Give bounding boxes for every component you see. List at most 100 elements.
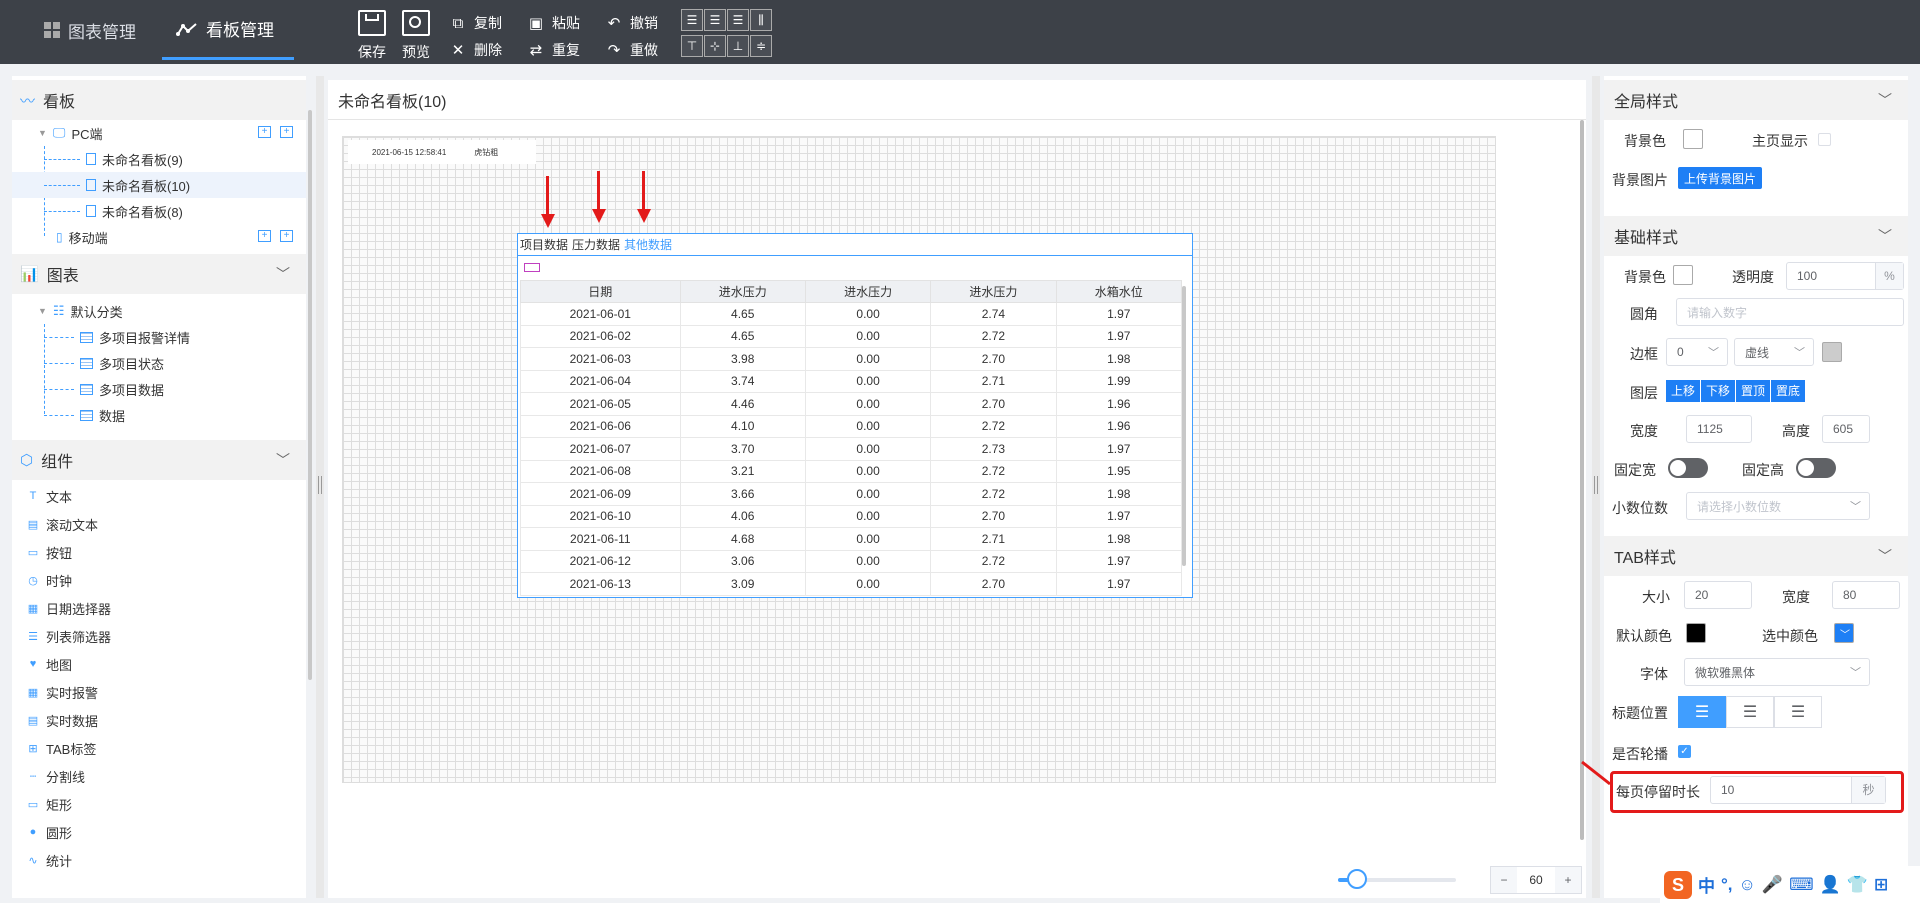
border-width-select[interactable]: 0 ﹀ [1666,338,1728,366]
tree-item-chart[interactable]: 数据 [12,402,306,428]
bg-color-picker[interactable] [1683,129,1703,149]
table-row[interactable]: 2021-06-01 4.65 0.00 2.74 1.97 [520,302,1183,326]
decimals-select[interactable]: 请选择小数位数 ﹀ [1686,492,1870,520]
column-header[interactable]: 水箱水位 [1055,280,1183,303]
add-folder-icon[interactable]: + [280,230,293,242]
nav-tab-chart-management[interactable]: 图表管理 [30,0,150,60]
font-select[interactable]: 微软雅黑体 ﹀ [1684,658,1870,686]
align-right-icon[interactable]: ☰ [727,9,749,31]
repeat-button[interactable]: ⇄ 重复 [528,40,580,60]
export-icon[interactable] [524,262,540,272]
home-display-checkbox[interactable] [1818,133,1831,146]
component-realtime-data[interactable]: ▤ 实时数据 [12,706,306,734]
ime-language-toggle[interactable]: 中 [1698,872,1715,897]
component-text[interactable]: T 文本 [12,482,306,510]
tree-item-chart[interactable]: 多项目数据 [12,376,306,402]
move-down-button[interactable]: 下移 [1701,380,1736,402]
border-style-select[interactable]: 虚线 ﹀ [1734,338,1814,366]
redo-button[interactable]: ↷ 重做 [606,40,658,60]
column-header[interactable]: 进水压力 [679,280,806,303]
width-input[interactable]: 1125 [1686,415,1752,443]
column-header-date[interactable]: 日期 [520,280,681,303]
dashboard-section-header[interactable]: 〰 看板 [12,80,306,120]
align-center-icon[interactable]: ☰ [1726,696,1774,728]
component-map[interactable]: ♥ 地图 [12,650,306,678]
component-button[interactable]: ▭ 按钮 [12,538,306,566]
send-to-bottom-button[interactable]: 置底 [1771,380,1806,402]
skin-icon[interactable]: 👕 [1847,875,1868,895]
zoom-out-button[interactable]: − [1491,867,1517,893]
keyboard-icon[interactable]: ⌨ [1789,875,1814,895]
border-color-picker[interactable] [1822,342,1842,362]
align-right-icon[interactable]: ☰ [1774,696,1822,728]
zoom-value[interactable]: 60 [1517,873,1555,887]
nav-tab-dashboard-management[interactable]: 看板管理 [162,0,294,60]
tree-node-default-category[interactable]: ▼ ☷ 默认分类 [12,298,306,324]
left-splitter[interactable] [316,76,324,898]
bring-to-top-button[interactable]: 置顶 [1736,380,1771,402]
add-folder-icon[interactable]: + [280,126,293,138]
add-file-icon[interactable]: + [258,126,271,138]
component-scroll-text[interactable]: ▤ 滚动文本 [12,510,306,538]
align-center-icon[interactable]: ☰ [704,9,726,31]
table-row[interactable]: 2021-06-13 3.09 0.00 2.70 1.97 [520,572,1183,596]
tree-node-pc[interactable]: ▼ 🖵 PC端 + + [12,120,306,146]
selected-color-picker[interactable]: ﹀ [1834,623,1854,643]
tree-item-chart[interactable]: 多项目报警详情 [12,324,306,350]
component-clock[interactable]: ◷ 时钟 [12,566,306,594]
move-up-button[interactable]: 上移 [1666,380,1701,402]
ime-punctuation-toggle[interactable]: °, [1721,875,1733,895]
add-file-icon[interactable]: + [258,230,271,242]
distribute-vertical-icon[interactable]: ≑ [750,35,772,57]
table-row[interactable]: 2021-06-04 3.74 0.00 2.71 1.99 [520,369,1183,393]
component-divider[interactable]: ┄ 分割线 [12,762,306,790]
align-left-icon[interactable]: ☰ [681,9,703,31]
tab-size-input[interactable]: 20 [1684,581,1752,609]
tab-style-header[interactable]: TAB样式 ﹀ [1604,536,1908,576]
fixed-width-toggle[interactable] [1668,458,1708,478]
table-row[interactable]: 2021-06-07 3.70 0.00 2.73 1.97 [520,437,1183,461]
tab-widget[interactable]: 项目数据 压力数据 其他数据 日期 进水压力 进水压力 进水压力 水箱水位 20… [517,233,1193,598]
tree-item-dashboard-10[interactable]: 未命名看板(10) [12,172,306,198]
tab-pressure-data[interactable]: 压力数据 [572,236,620,253]
table-row[interactable]: 2021-06-08 3.21 0.00 2.72 1.95 [520,459,1183,483]
sogou-logo-icon[interactable]: S [1664,870,1692,899]
tab-other-data[interactable]: 其他数据 [624,236,672,253]
component-circle[interactable]: ● 圆形 [12,818,306,846]
component-list-filter[interactable]: ☰ 列表筛选器 [12,622,306,650]
zoom-in-button[interactable]: + [1555,867,1581,893]
clock-widget[interactable]: 2021-06-15 12:58:41 虎钻粗 [348,140,536,164]
component-date-picker[interactable]: ▦ 日期选择器 [12,594,306,622]
component-tab[interactable]: ⊞ TAB标签 [12,734,306,762]
tree-item-chart[interactable]: 多项目状态 [12,350,306,376]
undo-button[interactable]: ↶ 撤销 [606,13,658,33]
align-bottom-icon[interactable]: ⊥ [727,35,749,57]
charts-section-header[interactable]: 📊 图表 ﹀ [12,254,306,294]
table-row[interactable]: 2021-06-10 4.06 0.00 2.70 1.97 [520,504,1183,528]
save-button[interactable]: 保存 [350,10,394,62]
table-row[interactable]: 2021-06-02 4.65 0.00 2.72 1.97 [520,324,1183,348]
basic-style-header[interactable]: 基础样式 ﹀ [1604,216,1908,256]
tab-project-data[interactable]: 项目数据 [520,236,568,253]
tree-item-dashboard-8[interactable]: 未命名看板(8) [12,198,306,224]
radius-input[interactable]: 请输入数字 [1676,298,1904,326]
bg-color-picker[interactable] [1673,265,1693,285]
table-row[interactable]: 2021-06-06 4.10 0.00 2.72 1.96 [520,414,1183,438]
opacity-input[interactable]: 100% [1786,262,1904,290]
default-color-picker[interactable] [1686,623,1706,643]
tree-item-dashboard-9[interactable]: 未命名看板(9) [12,146,306,172]
preview-button[interactable]: 预览 [394,10,438,62]
table-row[interactable]: 2021-06-03 3.98 0.00 2.70 1.98 [520,347,1183,371]
align-middle-icon[interactable]: ⊹ [704,35,726,57]
component-statistics[interactable]: ∿ 统计 [12,846,306,874]
zoom-slider-handle[interactable] [1346,869,1367,889]
copy-button[interactable]: ⧉ 复制 [450,13,502,33]
tab-width-input[interactable]: 80 [1832,581,1900,609]
table-scrollbar[interactable] [1182,286,1186,566]
global-style-header[interactable]: 全局样式 ﹀ [1604,80,1908,120]
carousel-checkbox[interactable]: ✓ [1678,745,1691,758]
microphone-icon[interactable]: 🎤 [1762,875,1783,895]
user-icon[interactable]: 👤 [1820,875,1841,895]
align-top-icon[interactable]: ⊤ [681,35,703,57]
height-input[interactable]: 605 [1822,415,1870,443]
